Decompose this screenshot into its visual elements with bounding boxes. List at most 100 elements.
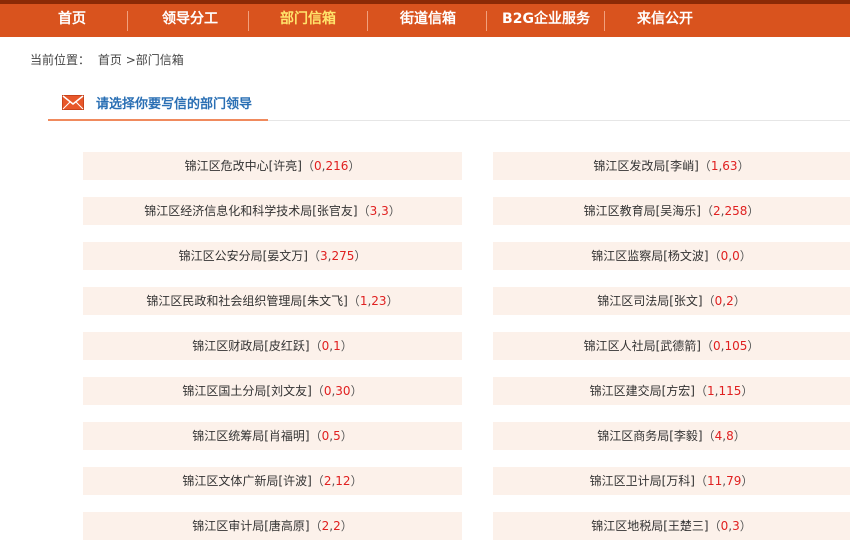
- count-close-paren: ）: [350, 474, 363, 488]
- department-item[interactable]: 锦江区商务局[李毅]（4,8）: [493, 422, 850, 450]
- leader-name: [朱文飞]: [302, 294, 348, 308]
- total-count: 275: [331, 249, 355, 263]
- department-item[interactable]: 锦江区审计局[唐高原]（2,2）: [83, 512, 462, 540]
- nav-public-letters[interactable]: 来信公开: [625, 4, 705, 37]
- nav-divider: [604, 11, 605, 31]
- count-open-paren: （: [309, 429, 322, 443]
- department-item[interactable]: 锦江区教育局[吴海乐]（2,258）: [493, 197, 850, 225]
- department-item[interactable]: 锦江区地税局[王楚三]（0,3）: [493, 512, 850, 540]
- leader-name: [唐高原]: [264, 519, 310, 533]
- count-close-paren: ）: [733, 429, 746, 443]
- nav-divider: [127, 11, 128, 31]
- department-name: 锦江区商务局: [597, 429, 670, 443]
- count-close-paren: ）: [747, 204, 760, 218]
- department-item[interactable]: 锦江区经济信息化和科学技术局[张官友]（3,3）: [83, 197, 462, 225]
- count-open-paren: （: [357, 204, 370, 218]
- total-count: 23: [371, 294, 387, 308]
- nav-divider: [248, 11, 249, 31]
- pending-count: 0: [314, 159, 322, 173]
- breadcrumb-current: >部门信箱: [125, 53, 184, 67]
- total-count: 115: [718, 384, 742, 398]
- top-nav: 首页 领导分工 部门信箱 街道信箱 B2G企业服务 来信公开: [0, 0, 850, 37]
- department-item[interactable]: 锦江区监察局[杨文波]（0,0）: [493, 242, 850, 270]
- nav-department-mailbox[interactable]: 部门信箱: [268, 4, 348, 37]
- nav-street-mailbox[interactable]: 街道信箱: [388, 4, 468, 37]
- count-close-paren: ）: [741, 474, 754, 488]
- count-open-paren: （: [347, 294, 360, 308]
- total-count: 2: [726, 294, 734, 308]
- breadcrumb-home-link[interactable]: 首页: [98, 53, 122, 67]
- department-name: 锦江区审计局: [192, 519, 265, 533]
- department-item[interactable]: 锦江区人社局[武德箭]（0,105）: [493, 332, 850, 360]
- count-close-paren: ）: [350, 384, 363, 398]
- leader-name: [武德箭]: [655, 339, 701, 353]
- department-name: 锦江区地税局: [591, 519, 664, 533]
- nav-b2g-service[interactable]: B2G企业服务: [496, 4, 596, 37]
- leader-name: [许亮]: [268, 159, 302, 173]
- department-name: 锦江区建交局: [589, 384, 662, 398]
- total-count: 0: [732, 249, 740, 263]
- department-item[interactable]: 锦江区发改局[李峭]（1,63）: [493, 152, 850, 180]
- count-close-paren: ）: [747, 339, 760, 353]
- department-name: 锦江区经济信息化和科学技术局: [144, 204, 313, 218]
- department-item[interactable]: 锦江区财政局[皮红跃]（0,1）: [83, 332, 462, 360]
- count-open-paren: （: [700, 339, 713, 353]
- leader-name: [万科]: [661, 474, 695, 488]
- pending-count: 1: [707, 384, 715, 398]
- department-item[interactable]: 锦江区国土分局[刘文友]（0,30）: [83, 377, 462, 405]
- breadcrumb: 当前位置： 首页 >部门信箱: [30, 51, 188, 68]
- count-open-paren: （: [307, 249, 320, 263]
- nav-home[interactable]: 首页: [40, 4, 104, 37]
- total-count: 258: [724, 204, 748, 218]
- department-name: 锦江区国土分局: [182, 384, 267, 398]
- department-name: 锦江区危改中心: [184, 159, 269, 173]
- leader-name: [张文]: [669, 294, 703, 308]
- total-count: 5: [333, 429, 341, 443]
- nav-leadership[interactable]: 领导分工: [150, 4, 230, 37]
- leader-name: [李毅]: [669, 429, 703, 443]
- department-item[interactable]: 锦江区民政和社会组织管理局[朱文飞]（1,23）: [83, 287, 462, 315]
- total-count: 63: [722, 159, 738, 173]
- department-name: 锦江区发改局: [593, 159, 666, 173]
- pending-count: 3: [320, 249, 328, 263]
- count-open-paren: （: [311, 474, 324, 488]
- count-open-paren: （: [702, 429, 715, 443]
- department-item[interactable]: 锦江区司法局[张文]（0,2）: [493, 287, 850, 315]
- leader-name: [李峭]: [665, 159, 699, 173]
- department-item[interactable]: 锦江区公安分局[晏文万]（3,275）: [83, 242, 462, 270]
- department-item[interactable]: 锦江区文体广新局[许波]（2,12）: [83, 467, 462, 495]
- department-item[interactable]: 锦江区建交局[方宏]（1,115）: [493, 377, 850, 405]
- count-close-paren: ）: [386, 294, 399, 308]
- leader-name: [皮红跃]: [264, 339, 310, 353]
- section-header: 请选择你要写信的部门领导: [48, 86, 850, 121]
- leader-name: [肖福明]: [264, 429, 310, 443]
- count-open-paren: （: [698, 159, 711, 173]
- nav-divider: [486, 11, 487, 31]
- leader-name: [张官友]: [312, 204, 358, 218]
- count-open-paren: （: [301, 159, 314, 173]
- total-count: 79: [726, 474, 742, 488]
- count-close-paren: ）: [739, 519, 752, 533]
- department-name: 锦江区卫计局: [589, 474, 662, 488]
- total-count: 1: [333, 339, 341, 353]
- count-close-paren: ）: [340, 339, 353, 353]
- department-name: 锦江区文体广新局: [182, 474, 279, 488]
- total-count: 8: [726, 429, 734, 443]
- total-count: 216: [325, 159, 349, 173]
- leader-name: [王楚三]: [663, 519, 709, 533]
- pending-count: 11: [707, 474, 723, 488]
- section-title: 请选择你要写信的部门领导: [96, 97, 253, 112]
- pending-count: 2: [713, 204, 721, 218]
- department-name: 锦江区财政局: [192, 339, 265, 353]
- department-item[interactable]: 锦江区卫计局[万科]（11,79）: [493, 467, 850, 495]
- count-close-paren: ）: [733, 294, 746, 308]
- department-name: 锦江区统筹局: [192, 429, 265, 443]
- count-close-paren: ）: [739, 249, 752, 263]
- count-close-paren: ）: [340, 519, 353, 533]
- count-close-paren: ）: [354, 249, 367, 263]
- department-item[interactable]: 锦江区统筹局[肖福明]（0,5）: [83, 422, 462, 450]
- leader-name: [许波]: [278, 474, 312, 488]
- department-name: 锦江区教育局: [583, 204, 656, 218]
- department-item[interactable]: 锦江区危改中心[许亮]（0,216）: [83, 152, 462, 180]
- department-name: 锦江区民政和社会组织管理局: [146, 294, 303, 308]
